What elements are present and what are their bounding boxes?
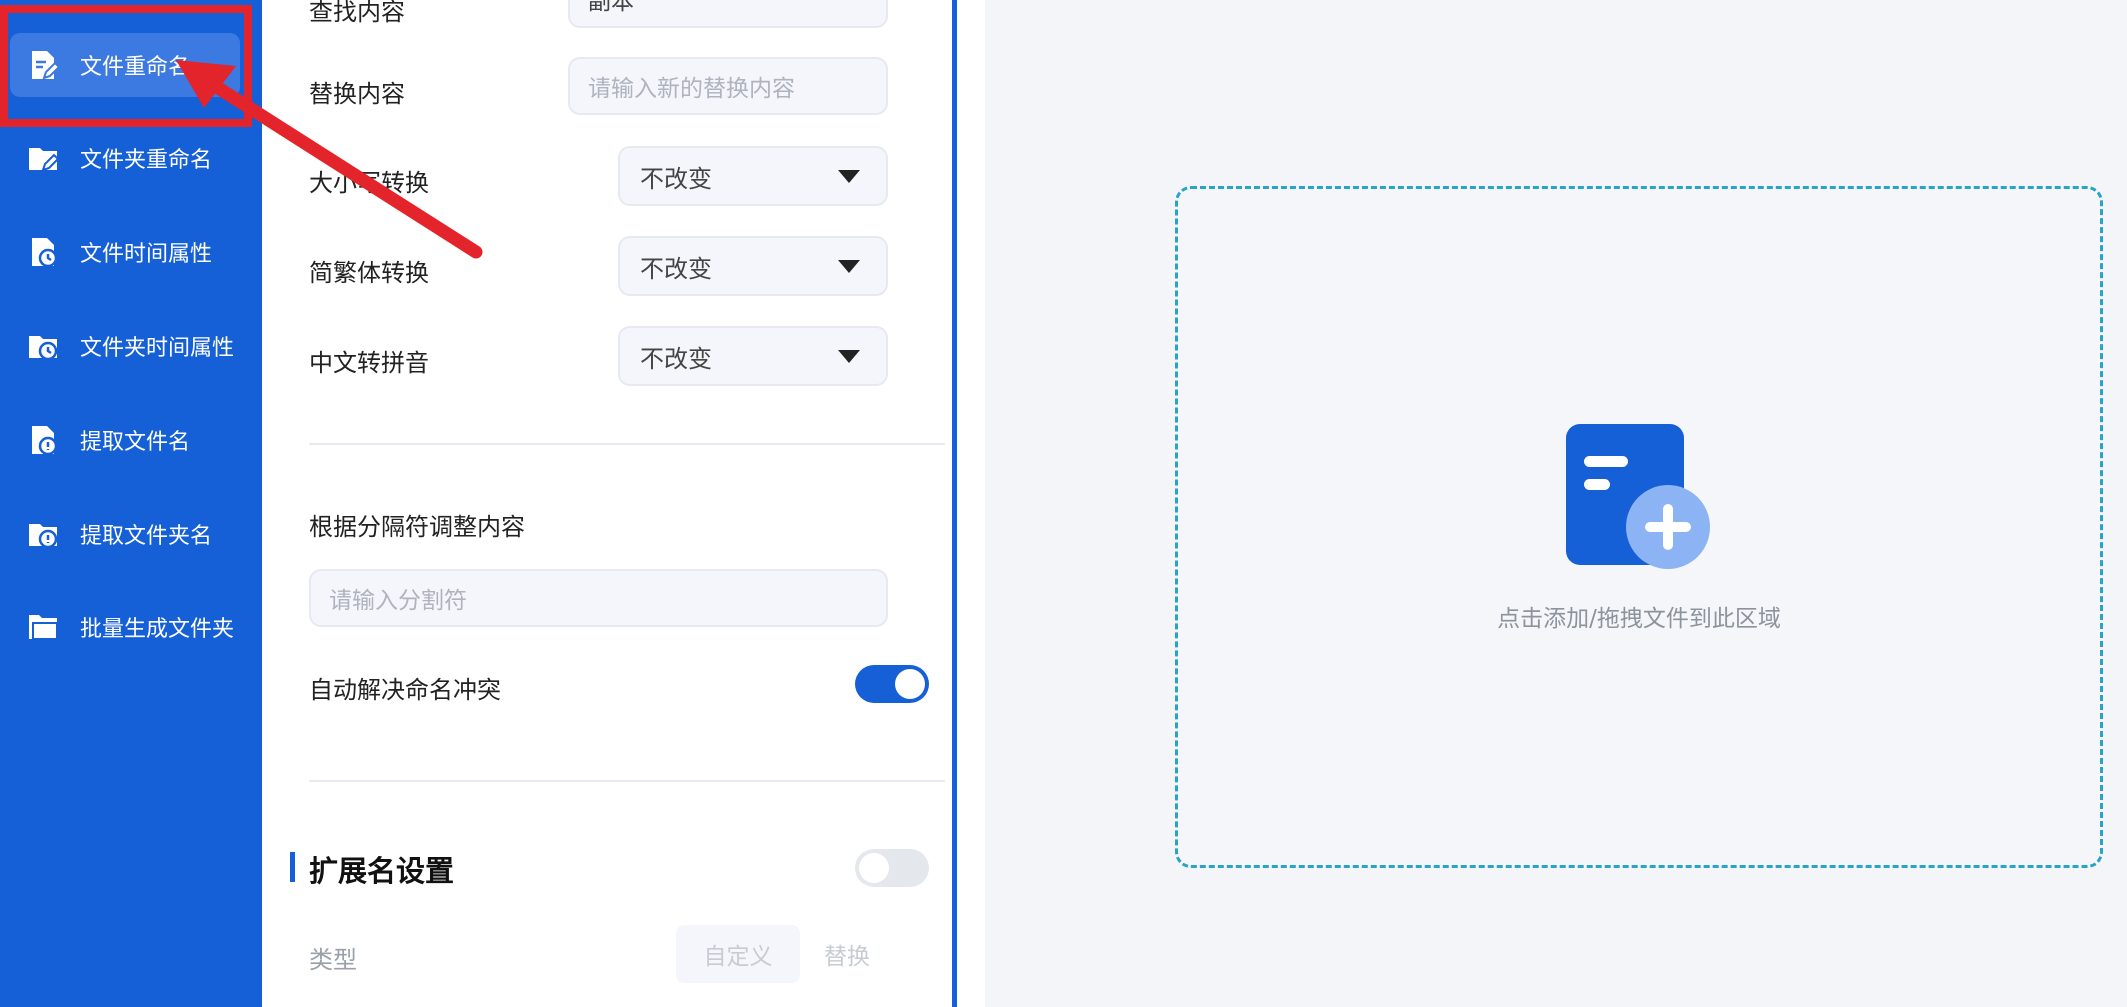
- toggle-knob: [895, 669, 925, 699]
- replace-input[interactable]: 请输入新的替换内容: [568, 57, 888, 115]
- section-accent: [290, 852, 295, 882]
- folder-extract-icon: [26, 517, 60, 551]
- sidebar-item-extract-foldername[interactable]: 提取文件夹名: [10, 502, 240, 566]
- sidebar-item-label: 文件夹重命名: [80, 148, 213, 173]
- caret-down-icon: [838, 169, 860, 183]
- sidebar-item-label: 提取文件名: [80, 430, 191, 455]
- type-label: 类型: [309, 946, 357, 974]
- sidebar: 文件重命名 文件夹重命名 文件时间属性 文件夹时间属性 提取文件名 提取文件夹名…: [0, 0, 262, 1007]
- auto-resolve-toggle[interactable]: [855, 665, 929, 703]
- folder-time-icon: [26, 329, 60, 363]
- folder-generate-icon: [26, 610, 60, 644]
- find-label: 查找内容: [309, 0, 405, 26]
- case-convert-label: 大小写转换: [309, 169, 429, 197]
- add-file-icon[interactable]: [1566, 424, 1712, 570]
- sidebar-item-extract-filename[interactable]: 提取文件名: [10, 408, 240, 472]
- folder-rename-icon: [26, 141, 60, 175]
- sidebar-item-folder-rename[interactable]: 文件夹重命名: [10, 126, 240, 190]
- type-option-replace[interactable]: 替换: [802, 925, 892, 983]
- pinyin-label: 中文转拼音: [309, 349, 429, 377]
- find-input[interactable]: 副本: [568, 0, 888, 28]
- pinyin-value: 不改变: [640, 344, 712, 373]
- case-convert-select[interactable]: 不改变: [618, 146, 888, 206]
- pinyin-select[interactable]: 不改变: [618, 326, 888, 386]
- sidebar-item-label: 文件夹时间属性: [80, 336, 235, 361]
- divider: [309, 780, 945, 782]
- sidebar-item-file-time[interactable]: 文件时间属性: [10, 220, 240, 284]
- app-window: 文件重命名 文件夹重命名 文件时间属性 文件夹时间属性 提取文件名 提取文件夹名…: [0, 0, 2127, 1007]
- caret-down-icon: [838, 259, 860, 273]
- case-convert-value: 不改变: [640, 164, 712, 193]
- sidebar-item-label: 文件重命名: [80, 55, 191, 80]
- divider: [309, 443, 945, 445]
- sidebar-item-label: 提取文件夹名: [80, 524, 213, 549]
- drop-zone-hint: 点击添加/拖拽文件到此区域: [1497, 606, 1781, 632]
- separator-label: 根据分隔符调整内容: [309, 513, 525, 541]
- sidebar-item-label: 批量生成文件夹: [80, 617, 235, 642]
- extension-toggle[interactable]: [855, 849, 929, 887]
- file-time-icon: [26, 235, 60, 269]
- panel-divider: [952, 0, 957, 1007]
- separator-input[interactable]: 请输入分割符: [309, 569, 888, 627]
- replace-label: 替换内容: [309, 80, 405, 108]
- type-option-custom[interactable]: 自定义: [676, 925, 800, 983]
- sidebar-item-batch-folders[interactable]: 批量生成文件夹: [10, 595, 240, 659]
- trad-simp-value: 不改变: [640, 254, 712, 283]
- file-rename-icon: [26, 48, 60, 82]
- caret-down-icon: [838, 349, 860, 363]
- trad-simp-label: 简繁体转换: [309, 259, 429, 287]
- file-extract-icon: [26, 423, 60, 457]
- sidebar-item-folder-time[interactable]: 文件夹时间属性: [10, 314, 240, 378]
- settings-panel: 查找内容 副本 替换内容 请输入新的替换内容 大小写转换 不改变 简繁体转换 不…: [262, 0, 952, 1007]
- sidebar-item-label: 文件时间属性: [80, 242, 213, 267]
- trad-simp-select[interactable]: 不改变: [618, 236, 888, 296]
- toggle-knob: [859, 853, 889, 883]
- sidebar-item-file-rename[interactable]: 文件重命名: [10, 33, 240, 97]
- extension-section-title: 扩展名设置: [309, 854, 455, 888]
- auto-resolve-label: 自动解决命名冲突: [309, 676, 501, 704]
